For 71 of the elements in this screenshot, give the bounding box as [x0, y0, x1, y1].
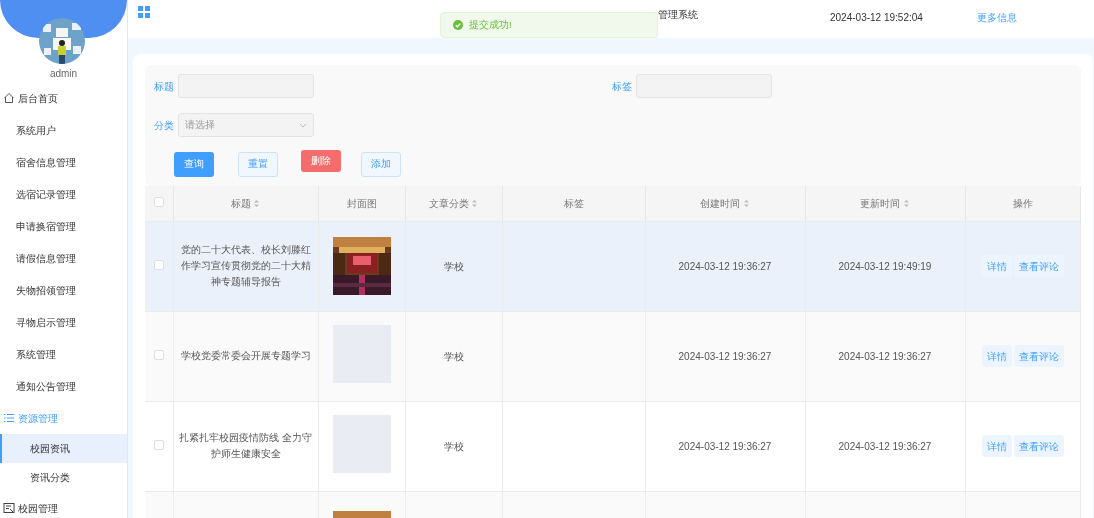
sort-icon	[742, 198, 750, 208]
sort-icon	[253, 198, 261, 208]
article-title: 学校党委常委会开展专题学习	[180, 350, 311, 361]
submenu-item[interactable]: 校园资讯	[0, 434, 127, 463]
comments-button[interactable]: 查看评论	[1013, 435, 1064, 457]
chevron-icon	[299, 121, 307, 129]
row-checkbox[interactable]	[153, 259, 164, 270]
category-text: 学校	[443, 260, 464, 272]
row-checkbox[interactable]	[153, 439, 164, 450]
menu-icon	[138, 6, 150, 18]
details-button[interactable]: 详情	[981, 435, 1012, 457]
created-time: 2024-03-12 19:36:27	[678, 440, 772, 452]
details-button[interactable]: 详情	[981, 345, 1012, 367]
updated-time: 2024-03-12 19:49:19	[838, 260, 932, 272]
menu-label: 资源管理	[18, 411, 58, 426]
more-info-link[interactable]: 更多信息	[976, 9, 1017, 25]
avatar	[39, 18, 85, 64]
category-text: 学校	[443, 350, 464, 362]
menu-item[interactable]: 寻物启示管理	[0, 306, 127, 338]
column-header: 操作	[1012, 196, 1033, 211]
menu-item[interactable]: 后台首页	[0, 82, 127, 114]
system-title: 管理系统	[658, 7, 699, 22]
article-title: 党的二十大代表、校长刘滕红作学习宣传贯彻党的二十大精神专题辅导报告	[180, 244, 311, 287]
success-icon	[453, 20, 463, 30]
column-header[interactable]: 文章分类	[428, 195, 469, 211]
username: admin	[48, 67, 79, 81]
menu-label: 校园管理	[18, 501, 58, 516]
select-placeholder: 请选择	[185, 117, 215, 132]
article-title: 扎紧扎牢校园疫情防线 全力守护师生健康安全	[179, 432, 312, 459]
menu-item[interactable]: 选宿记录管理	[0, 178, 127, 210]
menu-item[interactable]: 资源管理	[0, 402, 127, 434]
filter-label: 分类	[154, 118, 174, 133]
menu-item[interactable]: 系统管理	[0, 338, 127, 370]
action-button[interactable]: 删除	[301, 150, 341, 172]
created-time: 2024-03-12 19:36:27	[678, 350, 772, 362]
menu-item[interactable]: 申请换宿管理	[0, 210, 127, 242]
action-button[interactable]: 添加	[361, 152, 401, 177]
sort-icon	[471, 198, 479, 208]
action-button[interactable]: 重置	[238, 152, 278, 177]
category-text: 学校	[443, 440, 464, 452]
menu-item[interactable]: 系统用户	[0, 114, 127, 146]
menu-item[interactable]: 宿舍信息管理	[0, 146, 127, 178]
column-header[interactable]: 更新时间	[860, 195, 901, 211]
updated-time: 2024-03-12 19:36:27	[838, 440, 932, 452]
toast-message: 提交成功!	[469, 17, 512, 32]
created-time: 2024-03-12 19:36:27	[678, 260, 772, 272]
home-icon	[3, 92, 15, 104]
menu-item[interactable]: 请假信息管理	[0, 242, 127, 274]
datetime: 2024-03-12 19:52:04	[830, 10, 923, 25]
row-checkbox[interactable]	[153, 349, 164, 360]
form-icon	[3, 502, 15, 514]
comments-button[interactable]: 查看评论	[1013, 255, 1064, 277]
column-header: 封面图	[346, 196, 377, 211]
sort-icon	[902, 198, 910, 208]
column-header[interactable]: 标题	[230, 195, 251, 211]
filter-label: 标题	[154, 79, 174, 94]
details-button[interactable]: 详情	[981, 255, 1012, 277]
updated-time: 2024-03-12 19:36:27	[838, 350, 932, 362]
menu-item[interactable]: 失物招领管理	[0, 274, 127, 306]
list-icon	[3, 412, 15, 424]
select-all-checkbox[interactable]	[153, 196, 164, 207]
action-button[interactable]: 查询	[174, 152, 214, 177]
comments-button[interactable]: 查看评论	[1013, 345, 1064, 367]
column-header[interactable]: 创建时间	[700, 195, 741, 211]
select-field[interactable]: 请选择	[178, 113, 314, 137]
menu-item[interactable]: 通知公告管理	[0, 370, 127, 402]
filter-label: 标签	[612, 79, 632, 94]
menu-item[interactable]: 校园管理	[0, 492, 127, 518]
menu-label: 后台首页	[18, 91, 58, 106]
column-header: 标签	[563, 196, 584, 211]
submenu-item[interactable]: 资讯分类	[0, 463, 127, 492]
